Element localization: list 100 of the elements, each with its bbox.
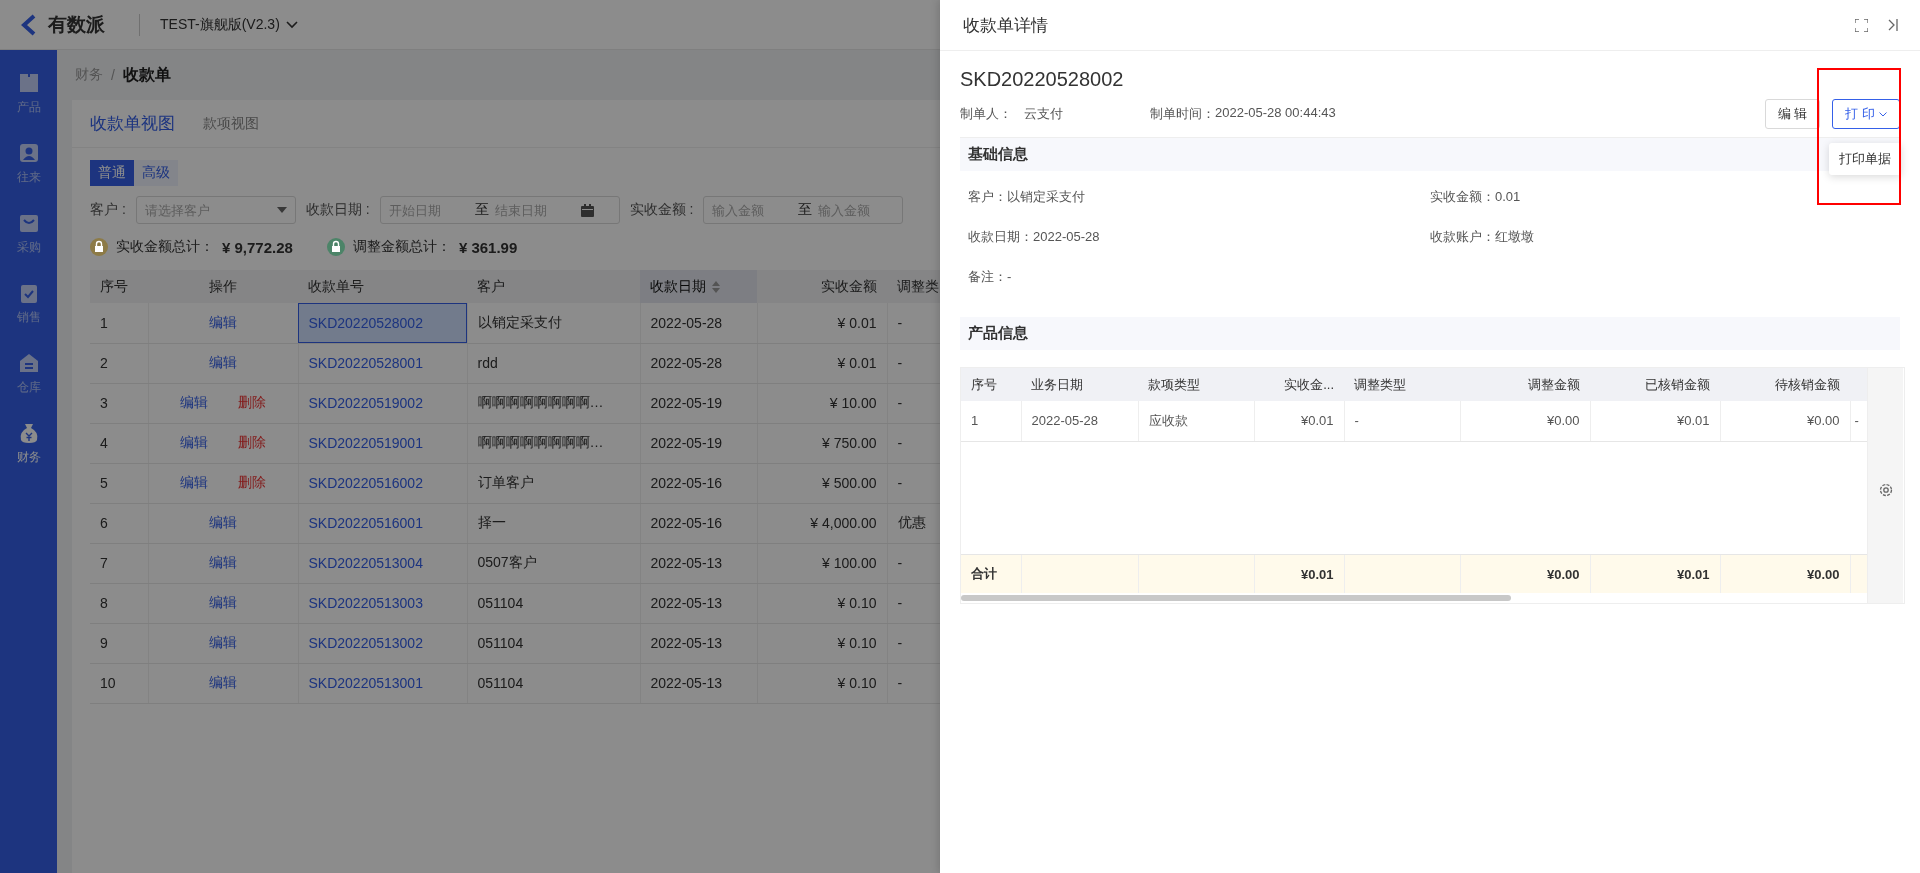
table-cell: 择一 [467, 503, 640, 543]
table-cell: ¥ 750.00 [757, 423, 887, 463]
total-label: 实收金额总计： [116, 238, 214, 256]
total-cell: ¥0.00 [1720, 555, 1850, 593]
delete-link[interactable]: 删除 [238, 394, 266, 410]
document-link[interactable]: SKD20220519001 [308, 435, 423, 451]
meta-label: 制单人： [960, 105, 1012, 123]
table-cell: rdd [467, 343, 640, 383]
shopping-bag-icon [17, 212, 40, 234]
settings-icon [1877, 481, 1894, 498]
column-header: 收款日期 [640, 270, 757, 303]
table-cell: 051104 [467, 583, 640, 623]
document-number: SKD20220528002 [960, 68, 1125, 91]
edit-link[interactable]: 编辑 [209, 313, 237, 330]
info-field: 备注：- [968, 267, 1012, 287]
table-cell: ¥ 0.01 [757, 343, 887, 383]
info-field: 客户：以销定采支付 [968, 187, 1085, 207]
sort-icon[interactable] [712, 280, 720, 293]
table-cell: 3 [90, 383, 148, 423]
edit-link[interactable]: 编辑 [209, 594, 237, 610]
document-link[interactable]: SKD20220519002 [308, 395, 423, 411]
edit-button[interactable]: 编 辑 [1764, 99, 1821, 129]
collapse-button[interactable] [1888, 19, 1898, 31]
table-cell: ¥ 500.00 [757, 463, 887, 503]
column-header: 操作 [148, 270, 298, 303]
table-cell: ¥ 4,000.00 [757, 503, 887, 543]
delete-link[interactable]: 删除 [238, 474, 266, 490]
edit-link[interactable]: 编辑 [209, 674, 237, 690]
column-header: 调整金额 [1460, 368, 1590, 401]
table-cell: 以销定采支付 [467, 303, 640, 343]
view-tab[interactable]: 收款单视图 [90, 112, 175, 135]
filter-mode-tab[interactable]: 普通 [90, 160, 134, 186]
total-label: 合计 [961, 555, 1021, 593]
document-link[interactable]: SKD20220528001 [308, 355, 423, 371]
column-header: 客户 [467, 270, 640, 303]
column-header: 调整类 [887, 270, 940, 303]
table-cell: 2022-05-16 [640, 503, 757, 543]
table-cell: ¥0.00 [1460, 401, 1590, 441]
sidebar-item[interactable]: 财务 [0, 420, 57, 468]
caret-icon [285, 20, 298, 29]
filter-label: 收款日期 : [305, 201, 370, 219]
edit-link[interactable]: 编辑 [209, 554, 237, 570]
table-cell: 2022-05-28 [640, 303, 757, 343]
edit-link[interactable]: 编辑 [209, 634, 237, 650]
document-link[interactable]: SKD20220513004 [308, 555, 423, 571]
table-cell: 2022-05-19 [640, 383, 757, 423]
lock-icon [326, 238, 345, 256]
dropdown-menu-item[interactable]: 打印单据 [1829, 143, 1901, 175]
table-cell: ¥ 0.10 [757, 583, 887, 623]
table-cell: 2022-05-13 [640, 583, 757, 623]
meta-label: 制单时间： [1150, 105, 1215, 123]
column-header: 序号 [961, 368, 1021, 401]
column-header: 已核销金额 [1590, 368, 1720, 401]
table-cell: 0507客户 [467, 543, 640, 583]
table-cell: ¥0.00 [1720, 401, 1850, 441]
table-cell: 2022-05-13 [640, 663, 757, 703]
table-cell: 订单客户 [467, 463, 640, 503]
view-tab[interactable]: 款项视图 [203, 114, 259, 133]
print-button[interactable]: 打 印 [1832, 99, 1900, 129]
table-cell: 10 [90, 663, 148, 703]
edit-link[interactable]: 编辑 [209, 514, 237, 530]
total-cell: ¥0.01 [1254, 555, 1344, 593]
document-link[interactable]: SKD20220516002 [308, 475, 423, 491]
contact-card-icon [17, 142, 40, 164]
total-value: ¥ 9,772.28 [222, 238, 293, 256]
warehouse-icon [17, 352, 40, 374]
scrollbar[interactable] [961, 595, 1511, 601]
table-cell: 啊啊啊啊啊啊啊啊… [467, 383, 640, 423]
collapse-icon [1888, 19, 1898, 31]
edit-link[interactable]: 编辑 [209, 354, 237, 370]
filter-label: 客户 : [90, 201, 126, 219]
delete-link[interactable]: 删除 [238, 434, 266, 450]
edit-link[interactable]: 编辑 [180, 394, 208, 410]
column-header: 待核销金额 [1720, 368, 1850, 401]
workspace-switcher[interactable]: TEST-旗舰版(V2.3) [160, 15, 298, 34]
table-cell: 051104 [467, 663, 640, 703]
filter-mode-tab[interactable]: 高级 [134, 160, 178, 186]
document-link[interactable]: SKD20220516001 [308, 515, 423, 531]
table-cell: ¥ 0.10 [757, 663, 887, 703]
table-cell: 2022-05-13 [640, 623, 757, 663]
table-cell: 2022-05-28 [640, 343, 757, 383]
box-icon [17, 72, 40, 94]
table-cell: 1 [90, 303, 148, 343]
table-cell: ¥0.01 [1254, 401, 1344, 441]
app-logo-text: 有数派 [48, 12, 105, 37]
column-header: 业务日期 [1021, 368, 1138, 401]
sidebar-item[interactable]: 往来 [0, 140, 57, 188]
caret-icon [1879, 111, 1887, 117]
table-cell: 7 [90, 543, 148, 583]
document-link[interactable]: SKD20220513001 [308, 675, 423, 691]
table-cell: 9 [90, 623, 148, 663]
total-cell: ¥0.01 [1590, 555, 1720, 593]
document-link[interactable]: SKD20220513002 [308, 635, 423, 651]
table-cell: 2022-05-13 [640, 543, 757, 583]
calendar-icon [580, 203, 594, 217]
edit-link[interactable]: 编辑 [180, 434, 208, 450]
document-link[interactable]: SKD20220513003 [308, 595, 423, 611]
edit-link[interactable]: 编辑 [180, 474, 208, 490]
fullscreen-button[interactable] [1855, 18, 1868, 32]
filter-label: 实收金额 : [629, 201, 694, 219]
